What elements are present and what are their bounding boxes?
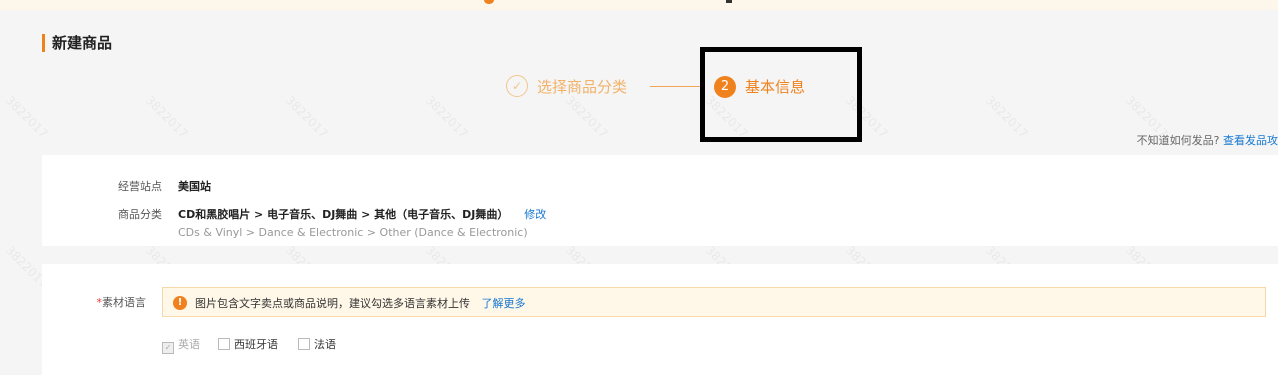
language-notice: ! 图片包含文字卖点或商品说明，建议勾选多语言素材上传 了解更多 (162, 287, 1266, 317)
warning-icon: ! (173, 296, 187, 310)
step-select-category[interactable]: 选择商品分类 (537, 76, 627, 98)
category-path-en: CDs & Vinyl > Dance & Electronic > Other… (178, 226, 528, 239)
top-notification-strip (0, 0, 1278, 10)
step-done-check-icon: ✓ (506, 75, 528, 97)
watermark-text: 3822017 (282, 93, 331, 141)
checkbox-checked-icon: ✓ (162, 342, 174, 354)
edit-category-link[interactable]: 修改 (524, 208, 546, 221)
watermark-text: 3822017 (562, 93, 611, 141)
category-path: CD和黑胶唱片 > 电子音乐、DJ舞曲 > 其他（电子音乐、DJ舞曲） (178, 208, 509, 221)
checkbox-spanish-label: 西班牙语 (234, 338, 278, 351)
watermark-text: 3822017 (982, 93, 1031, 141)
highlight-box (700, 47, 862, 142)
strip-cursor-mark (726, 0, 732, 3)
watermark-text: 3822017 (142, 93, 191, 141)
step-connector (650, 86, 700, 87)
material-language-label: *素材语言 (26, 294, 147, 310)
checkbox-spanish[interactable]: 西班牙语 (218, 336, 278, 352)
checkbox-empty-icon (298, 338, 310, 350)
checkbox-english[interactable]: ✓ 英语 (162, 336, 200, 354)
checkbox-french[interactable]: 法语 (298, 336, 336, 352)
notice-text: 图片包含文字卖点或商品说明，建议勾选多语言素材上传 (195, 297, 470, 310)
checkbox-french-label: 法语 (314, 338, 336, 351)
help-guide-link[interactable]: 查看发品攻 (1223, 134, 1278, 147)
watermark-text: 3822017 (422, 93, 471, 141)
watermark-text: 3822017 (2, 93, 51, 141)
strip-indicator (484, 0, 494, 4)
material-language-card: *素材语言 ! 图片包含文字卖点或商品说明，建议勾选多语言素材上传 了解更多 ✓… (42, 264, 1278, 375)
checkbox-english-label: 英语 (178, 338, 200, 351)
page-title: 新建商品 (42, 34, 112, 52)
site-value: 美国站 (178, 180, 211, 193)
category-info-card: 经营站点 美国站 商品分类 CD和黑胶唱片 > 电子音乐、DJ舞曲 > 其他（电… (42, 155, 1278, 246)
material-language-text: 素材语言 (102, 296, 146, 309)
help-text: 不知道如何发品? (1136, 134, 1220, 147)
category-label: 商品分类 (118, 208, 162, 221)
learn-more-link[interactable]: 了解更多 (482, 297, 526, 310)
site-label: 经营站点 (118, 180, 162, 193)
help-hint: 不知道如何发品? 查看发品攻 (1137, 132, 1278, 148)
checkbox-empty-icon (218, 338, 230, 350)
